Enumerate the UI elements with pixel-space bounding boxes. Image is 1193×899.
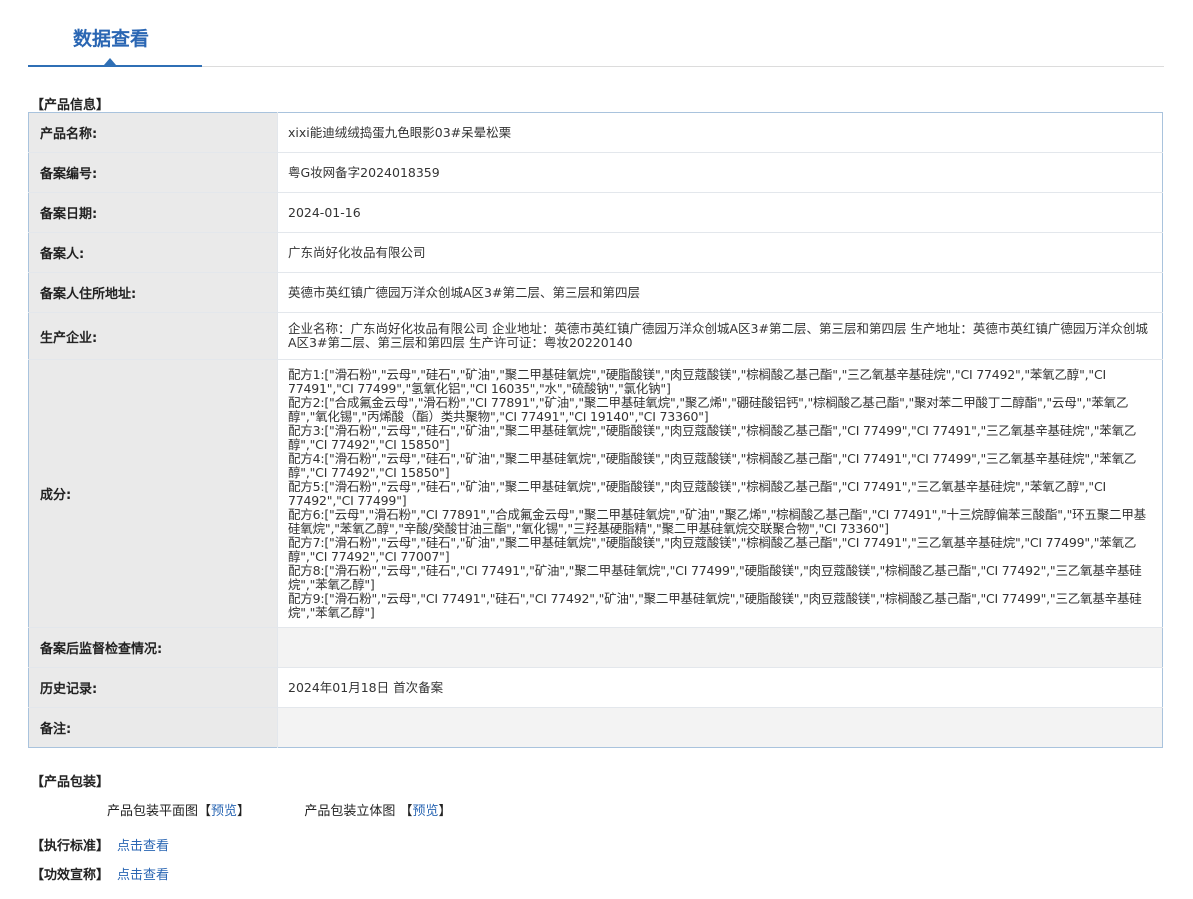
bracket-close: 】 [237,804,251,819]
standard-view-link[interactable]: 点击查看 [117,835,169,854]
table-row: 备案人: 广东尚好化妆品有限公司 [28,232,1163,273]
ingredients-value: 配方1:["滑石粉","云母","硅石","矿油","聚二甲基硅氧烷","硬脂酸… [277,359,1163,628]
row-label: 备案编号: [28,152,278,193]
formula-item: 配方1:["滑石粉","云母","硅石","矿油","聚二甲基硅氧烷","硬脂酸… [288,366,1106,396]
bracket-close: 】 [438,804,452,819]
registrant-value: 广东尚好化妆品有限公司 [277,232,1163,273]
formula-item: 配方9:["滑石粉","云母","CI 77491","硅石","CI 7749… [288,590,1142,620]
tab-title: 数据查看 [73,28,150,50]
table-row: 备注: [28,707,1163,748]
row-label: 成分: [28,359,278,628]
formula-item: 配方3:["滑石粉","云母","硅石","矿油","聚二甲基硅氧烷","硬脂酸… [288,422,1137,452]
table-row: 备案人住所地址: 英德市英红镇广德园万洋众创城A区3#第二层、第三层和第四层 [28,272,1163,313]
bracket-open: 【 [399,804,413,819]
table-row: 生产企业: 企业名称：广东尚好化妆品有限公司 企业地址：英德市英红镇广德园万洋众… [28,312,1163,360]
stereo-image-label: 产品包装立体图 [304,804,396,819]
tab-data-view[interactable]: 数据查看 [28,0,202,67]
row-label: 备案人: [28,232,278,273]
row-label: 产品名称: [28,112,278,153]
bracket-open: 【 [198,804,212,819]
table-row: 历史记录: 2024年01月18日 首次备案 [28,667,1163,708]
formula-item: 配方6:["云母","滑石粉","CI 77891","合成氟金云母","聚二甲… [288,506,1146,536]
table-row: 备案后监督检查情况: [28,627,1163,668]
row-label: 生产企业: [28,312,278,360]
packaging-title: 【产品包装】 [31,775,110,790]
history-value: 2024年01月18日 首次备案 [277,667,1163,708]
row-label: 备注: [28,707,278,748]
product-name-value: xixi能迪绒绒捣蛋九色眼影03#呆晕松栗 [277,112,1163,153]
supervision-value [277,627,1163,668]
standard-title: 【执行标准】 [31,839,110,854]
record-date-value: 2024-01-16 [277,192,1163,233]
packaging-row: 产品包装平面图【预览】 产品包装立体图 【预览】 [107,800,452,819]
product-info-table: 产品名称: xixi能迪绒绒捣蛋九色眼影03#呆晕松栗 备案编号: 粤G妆网备字… [28,112,1163,748]
formula-item: 配方2:["合成氟金云母","滑石粉","CI 77891","矿油","聚二甲… [288,394,1129,424]
table-row: 备案编号: 粤G妆网备字2024018359 [28,152,1163,193]
row-label: 备案人住所地址: [28,272,278,313]
tab-bar: 数据查看 [28,0,1164,67]
formula-item: 配方7:["滑石粉","云母","硅石","矿油","聚二甲基硅氧烷","硬脂酸… [288,534,1137,564]
registrant-address-value: 英德市英红镇广德园万洋众创城A区3#第二层、第三层和第四层 [277,272,1163,313]
formula-item: 配方5:["滑石粉","云母","硅石","矿油","聚二甲基硅氧烷","硬脂酸… [288,478,1106,508]
flat-image-label: 产品包装平面图 [107,804,199,819]
product-info-title: 【产品信息】 [31,98,110,113]
row-label: 备案后监督检查情况: [28,627,278,668]
manufacturer-value: 企业名称：广东尚好化妆品有限公司 企业地址：英德市英红镇广德园万洋众创城A区3#… [277,312,1163,360]
record-number-value: 粤G妆网备字2024018359 [277,152,1163,193]
table-row: 产品名称: xixi能迪绒绒捣蛋九色眼影03#呆晕松栗 [28,112,1163,153]
tab-active-caret-icon [104,58,116,65]
remarks-value [277,707,1163,748]
formula-item: 配方4:["滑石粉","云母","硅石","矿油","聚二甲基硅氧烷","硬脂酸… [288,450,1137,480]
flat-preview-link[interactable]: 预览 [211,804,237,819]
stereo-preview-link[interactable]: 预览 [413,804,439,819]
formula-item: 配方8:["滑石粉","云母","硅石","CI 77491","矿油","聚二… [288,562,1142,592]
table-row: 成分: 配方1:["滑石粉","云母","硅石","矿油","聚二甲基硅氧烷",… [28,359,1163,628]
table-row: 备案日期: 2024-01-16 [28,192,1163,233]
efficacy-view-link[interactable]: 点击查看 [117,864,169,883]
row-label: 历史记录: [28,667,278,708]
row-label: 备案日期: [28,192,278,233]
efficacy-title: 【功效宣称】 [31,868,110,883]
